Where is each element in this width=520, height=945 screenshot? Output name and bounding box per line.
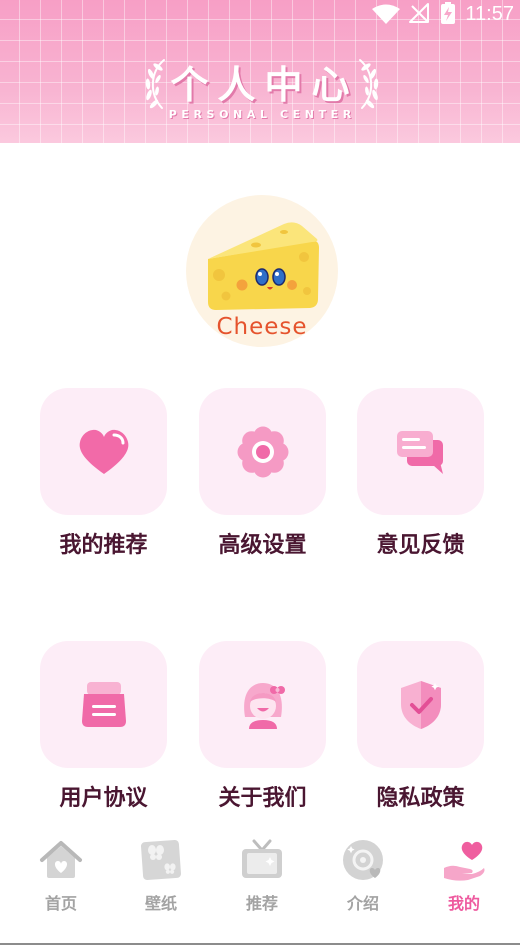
tab-mine[interactable]: 我的 [414, 834, 514, 924]
heart-icon [79, 429, 128, 474]
avatar-label: Cheese [216, 314, 307, 340]
menu-label: 高级设置 [218, 533, 307, 558]
menu-item-privacy-policy[interactable]: 隐私政策 [341, 641, 501, 813]
wifi-icon [372, 4, 400, 24]
tab-wallpaper[interactable]: 壁纸 [111, 834, 211, 924]
tab-recommend[interactable]: 推荐 [212, 834, 312, 924]
menu-label: 我的推荐 [59, 533, 148, 558]
flower-icon [237, 426, 288, 477]
battery-charging-icon [441, 2, 455, 24]
tab-intro[interactable]: 介绍 [313, 834, 413, 924]
tab-label: 介绍 [346, 894, 379, 913]
tab-label: 推荐 [245, 894, 278, 913]
header: 11:57 个人中心 PERSONAL CENTER [0, 0, 520, 143]
menu-tile[interactable] [40, 388, 167, 515]
hand-heart-icon [444, 841, 485, 881]
cheese-avatar-icon: Cheese [208, 222, 319, 340]
tab-label: 首页 [44, 894, 77, 913]
page-subtitle: PERSONAL CENTER [168, 108, 356, 121]
menu-tile[interactable] [199, 388, 326, 515]
menu-item-my-recommend[interactable]: 我的推荐 [24, 388, 184, 560]
tab-home[interactable]: 首页 [11, 834, 111, 924]
menu-tile[interactable] [357, 388, 484, 515]
menu-tile[interactable] [40, 641, 167, 768]
tab-label: 我的 [447, 894, 480, 913]
disc-icon [343, 840, 383, 880]
house-icon [40, 841, 82, 878]
menu-item-about-us[interactable]: 关于我们 [183, 641, 343, 813]
page-title: 个人中心 [170, 63, 359, 107]
avatar[interactable]: Cheese [186, 195, 338, 347]
menu-label: 意见反馈 [376, 533, 465, 558]
chat-bubbles-icon [396, 430, 443, 474]
wallpaper-icon [140, 839, 182, 881]
menu-tile[interactable] [357, 641, 484, 768]
menu-label: 用户协议 [59, 786, 148, 811]
menu-tile[interactable] [199, 641, 326, 768]
menu-item-user-agreement[interactable]: 用户协议 [24, 641, 184, 813]
status-time: 11:57 [465, 3, 514, 25]
menu-item-advanced-settings[interactable]: 高级设置 [183, 388, 343, 560]
menu-label: 隐私政策 [376, 786, 465, 811]
jar-document-icon [81, 681, 126, 727]
menu-label: 关于我们 [218, 786, 307, 811]
girl-avatar-icon [243, 682, 285, 729]
menu-item-feedback[interactable]: 意见反馈 [341, 388, 501, 560]
tab-label: 壁纸 [144, 894, 177, 913]
shield-check-icon [400, 680, 441, 729]
no-signal-icon [409, 3, 429, 23]
tv-icon [242, 839, 282, 878]
